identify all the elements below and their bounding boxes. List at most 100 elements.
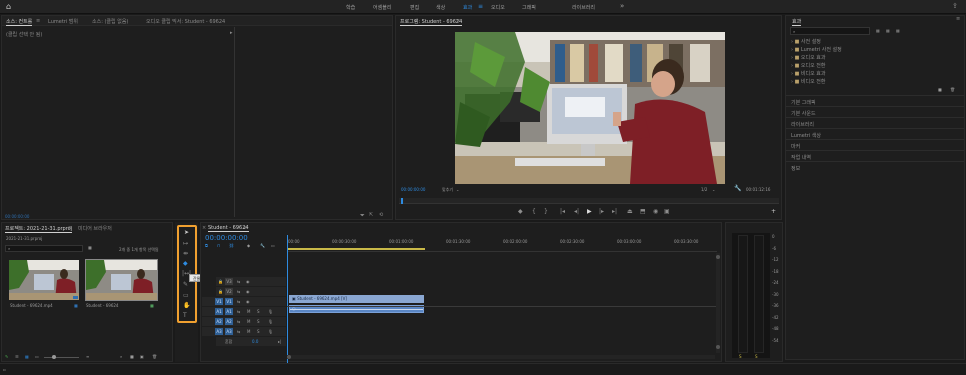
video-clip[interactable]: ▣ Student - 69624.mp4 [V] [289,295,424,303]
master-volume[interactable]: 0.0 [252,339,258,344]
selection-tool-icon[interactable]: ➤ [184,230,189,236]
find-icon[interactable]: ⌕ [120,354,122,359]
source-patch-a1[interactable]: A1 [215,308,223,315]
step-back-icon[interactable]: ◂| [574,209,579,215]
panel-info[interactable]: 정보 [786,161,964,172]
type-icon[interactable]: T [183,313,187,319]
folder-lumetri-presets[interactable]: › ■ Lumetri 사전 설정 [791,46,961,54]
panel-markers[interactable]: 마커 [786,139,964,150]
captions-icon[interactable]: ▭ [271,243,275,248]
workspace-tab-color[interactable]: 색상 [436,4,445,11]
program-video-frame[interactable] [455,32,725,184]
track-select-icon[interactable]: ↦ [183,241,188,247]
scrollbar-handle[interactable] [716,255,720,259]
program-menu-icon[interactable]: ≡ [456,18,460,24]
workspace-menu-icon[interactable]: ≡ [478,3,483,10]
workspace-tab-learn[interactable]: 학습 [346,4,355,11]
go-to-out-icon[interactable]: ▸| [612,209,617,215]
new-item-icon[interactable]: ▣ [140,354,144,359]
sync-lock-icon[interactable]: ⇆ [237,329,240,334]
solo-button[interactable]: S [257,329,260,334]
project-item-thumbnail[interactable] [9,260,79,300]
effects-menu-icon[interactable]: ≡ [956,17,960,22]
panel-history[interactable]: 작업 내역 [786,150,964,161]
linked-selection-icon[interactable]: ⛓ [229,243,234,248]
work-area-bar[interactable] [288,248,425,250]
filter-icon[interactable]: ⏷ [360,213,365,219]
folder-video-effects[interactable]: › ■ 비디오 효과 [791,70,961,78]
list-view-icon[interactable]: ☰ [15,354,19,359]
tab-effect-controls[interactable]: 소스: 컨트롤 [6,18,33,26]
track-lock-icon[interactable]: 🔒 [218,289,223,294]
accelerated-effects-icon[interactable]: ▦ [876,28,880,33]
export-frame-icon[interactable]: ⇱ [369,213,373,218]
expand-arrow-icon[interactable]: ▸ [230,31,233,36]
quality-select[interactable]: 1/2 [701,187,707,192]
add-marker-icon[interactable]: ◆ [518,209,523,215]
panel-libraries[interactable]: 라이브러리 [786,117,964,128]
panel-essential-sound[interactable]: 기본 사운드 [786,106,964,117]
share-icon[interactable]: ⇪ [952,3,958,10]
program-playhead[interactable] [401,198,403,204]
write-protect-icon[interactable]: ✎ [5,354,8,359]
workspace-tab-audio[interactable]: 오디오 [491,4,505,11]
workspace-tab-effects[interactable]: 효과 [463,4,472,11]
button-editor-plus-icon[interactable]: + [771,209,776,215]
source-timecode[interactable]: 00:00:00:00 [5,214,29,219]
lift-icon[interactable]: ⏏ [627,209,633,215]
workspace-tab-graphics[interactable]: 그래픽 [522,4,536,11]
ripple-edit-icon[interactable]: ⇹ [183,251,188,257]
program-scrubber[interactable] [399,198,779,204]
new-bin-footer-icon[interactable]: ■ [130,354,134,359]
freeform-view-icon[interactable]: ▭ [35,354,39,359]
razor-icon[interactable]: ◆ [183,261,188,267]
mute-button[interactable]: M [247,309,250,314]
mute-button[interactable]: M [247,329,250,334]
timeline-timecode[interactable]: 00:00:00:00 [205,234,248,242]
clear-icon[interactable]: 🗑 [152,354,157,359]
track-label-a2[interactable]: A2 [225,318,233,325]
program-timecode-in[interactable]: 00:00:00:00 [401,187,425,192]
track-label-v2[interactable]: V2 [225,288,233,295]
voiceover-mic-icon[interactable]: 🎙 [268,329,273,334]
track-label-v3[interactable]: V3 [225,278,233,285]
export-frame-program-icon[interactable]: ◉ [653,209,658,215]
project-search-input[interactable]: ⌕ [5,245,83,252]
eye-icon[interactable]: ◉ [246,299,250,304]
insert-nest-icon[interactable]: ⧉ [205,243,208,248]
slider-handle[interactable] [52,355,56,359]
timeline-vertical-scrollbar[interactable] [716,253,720,353]
solo-right-button[interactable]: S [755,354,758,359]
timeline-ruler[interactable]: 00:00 00:00:30:00 00:01:00:00 00:01:30:0… [287,235,717,252]
comparison-view-icon[interactable]: ▣ [664,209,670,215]
sync-lock-icon[interactable]: ⇆ [237,319,240,324]
home-icon[interactable]: ⌂ [6,3,11,11]
mark-in-icon[interactable]: { [532,209,536,215]
32bit-effects-icon[interactable]: ▦ [886,28,890,33]
mute-button[interactable]: M [247,319,250,324]
mark-out-icon[interactable]: } [544,209,548,215]
folder-audio-transitions[interactable]: › ■ 오디오 전환 [791,62,961,70]
rectangle-icon[interactable]: ▭ [183,293,189,299]
voiceover-mic-icon[interactable]: 🎙 [268,319,273,324]
voiceover-mic-icon[interactable]: 🎙 [268,309,273,314]
effects-title[interactable]: 효과 [792,18,802,26]
panel-essential-graphics[interactable]: 기본 그래픽 [786,95,964,106]
close-tab-icon[interactable]: × [202,225,206,231]
scrollbar-handle[interactable] [716,345,720,349]
folder-audio-effects[interactable]: › ■ 오디오 효과 [791,54,961,62]
master-go-to-icon[interactable]: ▸| [278,339,281,344]
solo-left-button[interactable]: S [739,354,742,359]
loop-icon[interactable]: ⟲ [379,213,383,218]
tab-lumetri-scopes[interactable]: Lumetri 범위 [48,18,78,25]
eye-icon[interactable]: ◉ [246,279,250,284]
sort-icon[interactable]: ≡ [86,354,89,359]
timeline-playhead[interactable] [287,235,288,363]
go-to-in-icon[interactable]: |◂ [560,209,565,215]
folder-video-transitions[interactable]: › ■ 비디오 전환 [791,78,961,86]
project-item-name[interactable]: Student - 69624.mp4 [10,303,53,308]
source-patch-v1[interactable]: V1 [215,298,223,305]
panel-lumetri-color[interactable]: Lumetri 색상 [786,128,964,139]
timeline-horizontal-scrollbar[interactable] [287,355,715,359]
step-forward-icon[interactable]: |▸ [599,209,604,215]
